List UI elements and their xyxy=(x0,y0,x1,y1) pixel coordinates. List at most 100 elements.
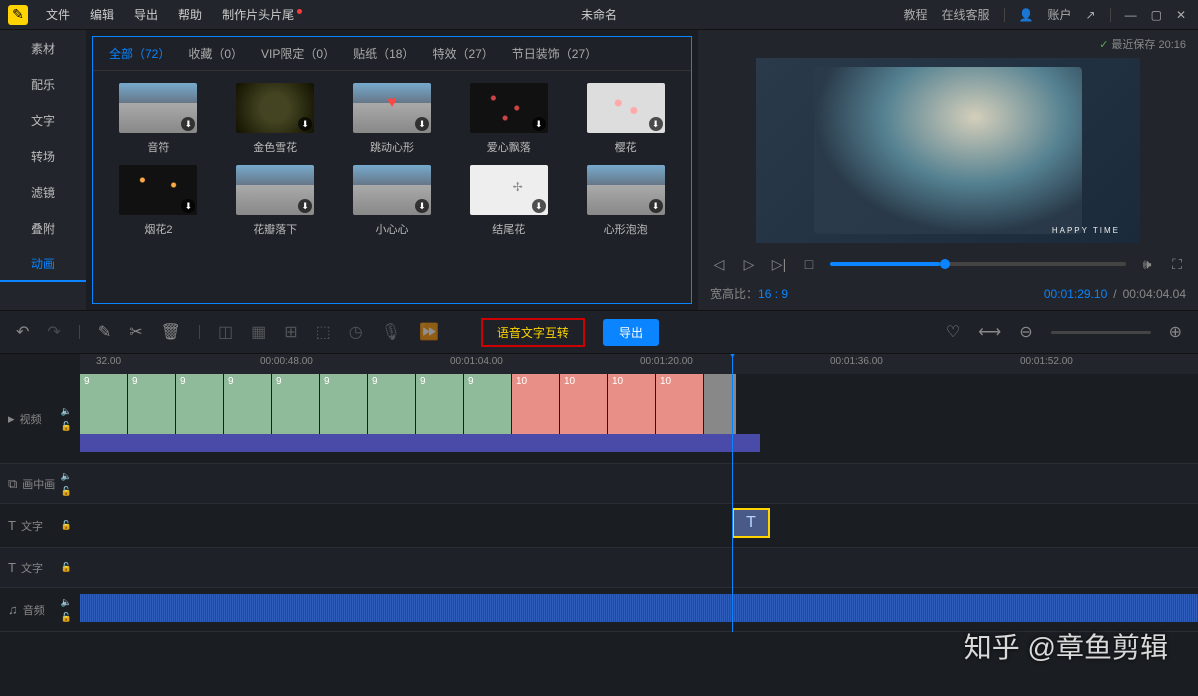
asset-item[interactable]: ⬇樱花 xyxy=(576,83,675,155)
pencil-icon[interactable]: ✎ xyxy=(98,322,111,342)
zoom-out-icon[interactable]: ⊖ xyxy=(1019,322,1032,342)
video-clip[interactable]: 10 xyxy=(512,374,560,434)
window-close-icon[interactable]: ✕ xyxy=(1176,8,1186,22)
download-icon[interactable]: ⬇ xyxy=(181,199,195,213)
lock-icon[interactable]: 🔓 xyxy=(61,421,72,432)
link-service[interactable]: 在线客服 xyxy=(942,6,990,23)
play-icon[interactable]: ▷ xyxy=(740,255,758,273)
asset-thumbnail[interactable]: ⬇ xyxy=(236,165,314,215)
fit-icon[interactable]: ⟷ xyxy=(978,322,1001,342)
time-ruler[interactable]: 32.0000:00:48.0000:01:04.0000:01:20.0000… xyxy=(80,354,1198,374)
asset-tab-2[interactable]: VIP限定（0） xyxy=(261,45,335,62)
fullscreen-icon[interactable]: ⛶ xyxy=(1168,255,1186,273)
side-tab-1[interactable]: 配乐 xyxy=(0,66,86,102)
video-clip[interactable]: 10 xyxy=(560,374,608,434)
side-tab-5[interactable]: 叠附 xyxy=(0,210,86,246)
freeze-icon[interactable]: ⊞ xyxy=(284,322,297,342)
download-icon[interactable]: ⬇ xyxy=(298,117,312,131)
next-frame-icon[interactable]: ▷| xyxy=(770,255,788,273)
asset-thumbnail[interactable]: ⬇ xyxy=(470,165,548,215)
asset-thumbnail[interactable]: ⬇ xyxy=(119,165,197,215)
redo-icon[interactable]: ↷ xyxy=(47,322,60,342)
download-icon[interactable]: ⬇ xyxy=(415,117,429,131)
zoom-icon[interactable]: ⬚ xyxy=(316,322,331,342)
video-clip[interactable]: 9 xyxy=(320,374,368,434)
asset-thumbnail[interactable]: ⬇ xyxy=(587,165,665,215)
preview-screen[interactable]: HAPPY TIME xyxy=(756,58,1140,243)
asset-item[interactable]: ⬇音符 xyxy=(109,83,208,155)
marker-icon[interactable]: ♡ xyxy=(946,322,960,342)
menu-file[interactable]: 文件 xyxy=(36,6,80,23)
download-icon[interactable]: ⬇ xyxy=(298,199,312,213)
video-clip[interactable]: 9 xyxy=(368,374,416,434)
asset-thumbnail[interactable]: ⬇ xyxy=(119,83,197,133)
menu-help[interactable]: 帮助 xyxy=(168,6,212,23)
account-label[interactable]: 账户 xyxy=(1048,6,1072,23)
lock-icon[interactable]: 🔓 xyxy=(61,562,72,573)
asset-tab-3[interactable]: 贴纸（18） xyxy=(353,45,414,62)
asset-thumbnail[interactable]: ⬇ xyxy=(353,165,431,215)
link-tutorial[interactable]: 教程 xyxy=(904,6,928,23)
side-tab-3[interactable]: 转场 xyxy=(0,138,86,174)
playhead[interactable] xyxy=(732,354,733,632)
zoom-slider[interactable] xyxy=(1051,331,1151,334)
lock-icon[interactable]: 🔓 xyxy=(61,520,72,531)
asset-item[interactable]: ⬇烟花2 xyxy=(109,165,208,237)
undo-icon[interactable]: ↶ xyxy=(16,322,29,342)
speaker-icon[interactable]: 🔈 xyxy=(61,597,72,608)
asset-item[interactable]: ⬇结尾花 xyxy=(459,165,558,237)
video-clip[interactable]: 9 xyxy=(128,374,176,434)
zoom-in-icon[interactable]: ⊕ xyxy=(1169,322,1182,342)
asset-item[interactable]: ⬇跳动心形 xyxy=(343,83,442,155)
download-icon[interactable]: ⬇ xyxy=(181,117,195,131)
video-clip[interactable]: 9 xyxy=(416,374,464,434)
user-icon[interactable]: 👤 xyxy=(1019,8,1034,22)
video-clip[interactable]: 10 xyxy=(608,374,656,434)
mosaic-icon[interactable]: ▦ xyxy=(251,322,266,342)
video-clip[interactable]: 9 xyxy=(464,374,512,434)
aspect-value[interactable]: 16 : 9 xyxy=(758,287,788,301)
menu-edit[interactable]: 编辑 xyxy=(80,6,124,23)
prev-frame-icon[interactable]: ◁ xyxy=(710,255,728,273)
asset-item[interactable]: ⬇爱心飘落 xyxy=(459,83,558,155)
download-icon[interactable]: ⬇ xyxy=(415,199,429,213)
speed-icon[interactable]: ⏩ xyxy=(419,322,439,342)
delete-icon[interactable]: 🗑 xyxy=(161,322,181,342)
asset-item[interactable]: ⬇小心心 xyxy=(343,165,442,237)
record-icon[interactable]: 🎙 xyxy=(381,322,401,342)
crop-icon[interactable]: ◫ xyxy=(218,322,233,342)
side-tab-0[interactable]: 素材 xyxy=(0,30,86,66)
export-button[interactable]: 导出 xyxy=(603,319,659,346)
asset-thumbnail[interactable]: ⬇ xyxy=(353,83,431,133)
speaker-icon[interactable]: 🔈 xyxy=(61,406,72,417)
asset-tab-0[interactable]: 全部（72） xyxy=(109,45,170,62)
asset-tab-1[interactable]: 收藏（0） xyxy=(188,45,243,62)
asset-thumbnail[interactable]: ⬇ xyxy=(470,83,548,133)
window-minimize-icon[interactable]: — xyxy=(1125,8,1137,22)
download-icon[interactable]: ⬇ xyxy=(649,117,663,131)
lock-icon[interactable]: 🔓 xyxy=(61,486,72,497)
side-tab-6[interactable]: 动画 xyxy=(0,246,86,282)
text-clip[interactable]: T xyxy=(732,508,770,538)
window-maximize-icon[interactable]: ▢ xyxy=(1151,8,1162,22)
download-icon[interactable]: ⬇ xyxy=(532,117,546,131)
video-clip[interactable]: 9 xyxy=(224,374,272,434)
lock-icon[interactable]: 🔓 xyxy=(61,612,72,623)
asset-tab-5[interactable]: 节日装饰（27） xyxy=(512,45,597,62)
share-icon[interactable]: ↗ xyxy=(1086,8,1096,22)
audio-waveform[interactable] xyxy=(80,594,1198,622)
asset-item[interactable]: ⬇金色雪花 xyxy=(226,83,325,155)
asset-tab-4[interactable]: 特效（27） xyxy=(432,45,493,62)
asset-thumbnail[interactable]: ⬇ xyxy=(236,83,314,133)
side-tab-4[interactable]: 滤镜 xyxy=(0,174,86,210)
progress-slider[interactable] xyxy=(830,262,1126,266)
side-tab-2[interactable]: 文字 xyxy=(0,102,86,138)
download-icon[interactable]: ⬇ xyxy=(532,199,546,213)
video-clip[interactable]: 9 xyxy=(80,374,128,434)
menu-export[interactable]: 导出 xyxy=(124,6,168,23)
stop-icon[interactable]: □ xyxy=(800,255,818,273)
speaker-icon[interactable]: 🔈 xyxy=(61,471,72,482)
cut-icon[interactable]: ✂ xyxy=(129,322,142,342)
volume-icon[interactable]: 🕪 xyxy=(1138,255,1156,273)
video-clip[interactable]: 9 xyxy=(272,374,320,434)
